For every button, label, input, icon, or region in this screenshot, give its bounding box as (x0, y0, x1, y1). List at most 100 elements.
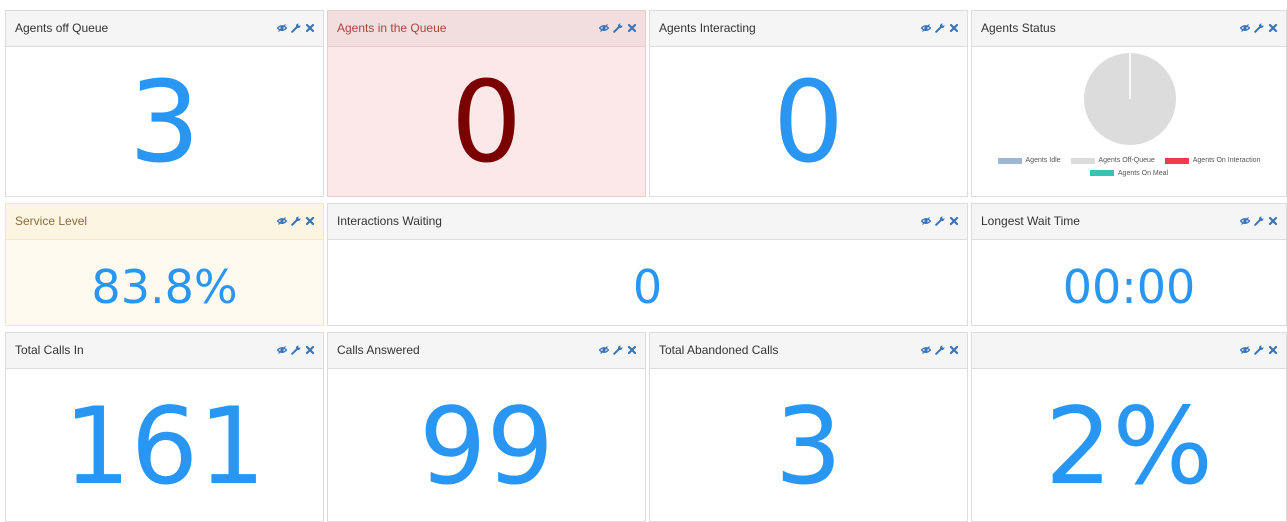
panel-header: Interactions Waiting (328, 204, 967, 240)
panel-body: 00:00 (972, 240, 1286, 325)
eye-icon[interactable] (277, 23, 287, 33)
legend-swatch (1164, 157, 1189, 164)
metric-value: 2% (1044, 385, 1214, 508)
legend-item-agents-on-interaction[interactable]: Agents On Interaction (1164, 155, 1261, 166)
panel-body: 2% (972, 369, 1286, 521)
panel-agents-status: Agents Status Agents Idle Agents Off-Que… (971, 10, 1287, 197)
eye-icon[interactable] (599, 345, 609, 355)
metric-value: 3 (128, 58, 201, 188)
close-icon[interactable] (949, 216, 959, 226)
panel-service-level: Service Level 83.8% (5, 203, 324, 326)
panel-title: Longest Wait Time (981, 214, 1080, 228)
panel-body: 3 (6, 47, 323, 196)
eye-icon[interactable] (277, 216, 287, 226)
legend-item-agents-idle[interactable]: Agents Idle (997, 155, 1061, 166)
panel-header: Calls Answered (328, 333, 645, 369)
eye-icon[interactable] (921, 23, 931, 33)
wrench-icon[interactable] (935, 345, 945, 355)
panel-header (972, 333, 1286, 369)
panel-tools (599, 344, 637, 356)
metric-value: 0 (450, 58, 523, 188)
wrench-icon[interactable] (935, 216, 945, 226)
wrench-icon[interactable] (613, 23, 623, 33)
panel-tools (1240, 22, 1278, 34)
panel-body: 3 (650, 369, 967, 521)
panel-title: Agents in the Queue (337, 21, 447, 35)
panel-tools (277, 22, 315, 34)
metric-value: 3 (774, 385, 843, 508)
legend-item-agents-on-meal[interactable]: Agents On Meal (1089, 168, 1168, 179)
panel-header: Agents Interacting (650, 11, 967, 47)
panel-tools (1240, 215, 1278, 227)
panel-calls-answered: Calls Answered 99 (327, 332, 646, 522)
eye-icon[interactable] (1240, 216, 1250, 226)
panel-header: Longest Wait Time (972, 204, 1286, 240)
wrench-icon[interactable] (1254, 23, 1264, 33)
eye-icon[interactable] (1240, 345, 1250, 355)
panel-body: 0 (650, 47, 967, 196)
metric-value: 161 (63, 385, 266, 508)
panel-tools (921, 215, 959, 227)
panel-title: Service Level (15, 214, 88, 228)
wrench-icon[interactable] (1254, 216, 1264, 226)
close-icon[interactable] (1268, 216, 1278, 226)
close-icon[interactable] (305, 216, 315, 226)
close-icon[interactable] (305, 23, 315, 33)
eye-icon[interactable] (921, 345, 931, 355)
eye-icon[interactable] (277, 345, 287, 355)
panel-title: Interactions Waiting (337, 214, 442, 228)
panel-body: 99 (328, 369, 645, 521)
panel-untitled-metric: 2% (971, 332, 1287, 522)
legend-swatch (997, 157, 1022, 164)
metric-value: 99 (419, 385, 554, 508)
panel-tools (921, 344, 959, 356)
eye-icon[interactable] (921, 216, 931, 226)
metric-value: 83.8% (91, 260, 238, 314)
panel-header: Agents off Queue (6, 11, 323, 47)
panel-header: Total Abandoned Calls (650, 333, 967, 369)
panel-interactions-waiting: Interactions Waiting 0 (327, 203, 968, 326)
panel-body: Agents Idle Agents Off-Queue Agents On I… (972, 47, 1286, 196)
metric-value: 0 (772, 58, 845, 188)
legend-item-agents-off-queue[interactable]: Agents Off-Queue (1070, 155, 1155, 166)
panel-title: Calls Answered (337, 343, 420, 357)
wrench-icon[interactable] (291, 216, 301, 226)
panel-title: Agents off Queue (15, 21, 109, 35)
wrench-icon[interactable] (291, 23, 301, 33)
wrench-icon[interactable] (1254, 345, 1264, 355)
close-icon[interactable] (1268, 23, 1278, 33)
close-icon[interactable] (627, 345, 637, 355)
wrench-icon[interactable] (291, 345, 301, 355)
panel-body: 0 (328, 47, 645, 196)
eye-icon[interactable] (599, 23, 609, 33)
panel-body: 83.8% (6, 240, 323, 325)
panel-tools (921, 22, 959, 34)
panel-title: Agents Status (981, 21, 1056, 35)
panel-header: Agents Status (972, 11, 1286, 47)
panel-header: Total Calls In (6, 333, 323, 369)
panel-title: Total Abandoned Calls (659, 343, 779, 357)
close-icon[interactable] (305, 345, 315, 355)
panel-body: 161 (6, 369, 323, 521)
chart-legend: Agents Idle Agents Off-Queue Agents On I… (972, 155, 1286, 180)
panel-tools (277, 215, 315, 227)
wrench-icon[interactable] (613, 345, 623, 355)
close-icon[interactable] (627, 23, 637, 33)
eye-icon[interactable] (1240, 23, 1250, 33)
panel-tools (277, 344, 315, 356)
panel-agents-off-queue: Agents off Queue 3 (5, 10, 324, 197)
close-icon[interactable] (949, 345, 959, 355)
metric-value: 0 (632, 260, 663, 314)
close-icon[interactable] (1268, 345, 1278, 355)
panel-agents-interacting: Agents Interacting 0 (649, 10, 968, 197)
legend-label: Agents Off-Queue (1098, 157, 1155, 164)
panel-agents-in-queue: Agents in the Queue 0 (327, 10, 646, 197)
wrench-icon[interactable] (935, 23, 945, 33)
panel-tools (1240, 344, 1278, 356)
metric-value: 00:00 (1062, 260, 1196, 314)
panel-total-calls-in: Total Calls In 161 (5, 332, 324, 522)
close-icon[interactable] (949, 23, 959, 33)
legend-label: Agents On Interaction (1192, 157, 1261, 164)
panel-title: Agents Interacting (659, 21, 756, 35)
legend-swatch (1070, 157, 1095, 164)
